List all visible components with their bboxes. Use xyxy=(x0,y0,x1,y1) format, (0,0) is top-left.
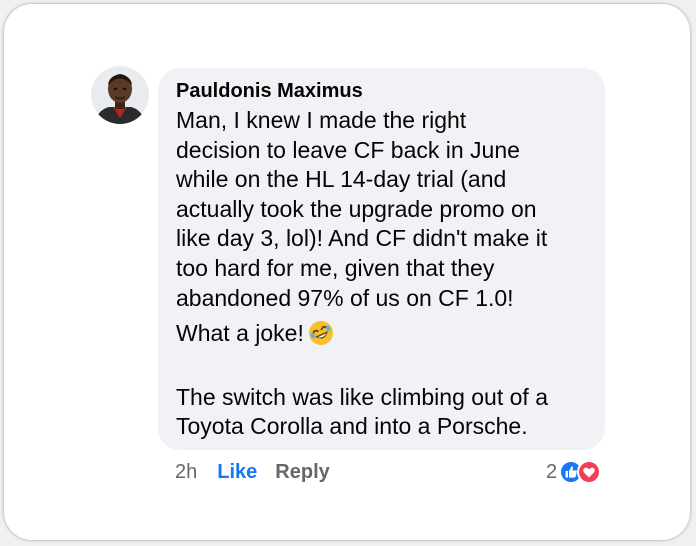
comment-line: Toyota Corolla and into a Porsche. xyxy=(176,413,528,440)
reply-button[interactable]: Reply xyxy=(275,461,329,483)
comment-line: decision to leave CF back in June xyxy=(176,136,520,163)
comment-line: abandoned 97% of us on CF 1.0! xyxy=(176,284,514,311)
reaction-count: 2 xyxy=(546,460,558,483)
rolling-on-floor-laughing-emoji-icon xyxy=(308,320,334,354)
author-avatar[interactable] xyxy=(91,66,149,124)
comment-line: like day 3, lol)! And CF didn't make it xyxy=(176,225,548,252)
comment-line: What a joke! xyxy=(176,320,304,347)
love-reaction-icon xyxy=(577,460,602,484)
comment-timestamp[interactable]: 2h xyxy=(175,461,197,483)
comment-line: while on the HL 14-day trial (and xyxy=(176,166,507,193)
comment-actions: 2h Like Reply xyxy=(175,461,330,484)
comment-card: Pauldonis Maximus Man, I knew I made the… xyxy=(4,4,690,540)
reaction-summary[interactable]: 2 xyxy=(546,459,602,485)
comment-paragraph: The switch was like climbing out of a To… xyxy=(176,383,601,442)
comment-line: Man, I knew I made the right xyxy=(176,107,467,133)
author-name[interactable]: Pauldonis Maximus xyxy=(176,80,363,103)
comment-paragraph: Man, I knew I made the right decision to… xyxy=(176,106,601,313)
comment-bubble: Pauldonis Maximus Man, I knew I made the… xyxy=(158,68,605,450)
comment-line: too hard for me, given that they xyxy=(176,254,495,281)
comment-line: actually took the upgrade promo on xyxy=(176,195,537,222)
comment-line: The switch was like climbing out of a xyxy=(176,383,548,410)
comment-body: Man, I knew I made the right decision to… xyxy=(176,106,601,442)
comment-paragraph: What a joke! xyxy=(176,319,601,354)
reaction-icons xyxy=(559,460,602,484)
like-button[interactable]: Like xyxy=(217,461,257,483)
